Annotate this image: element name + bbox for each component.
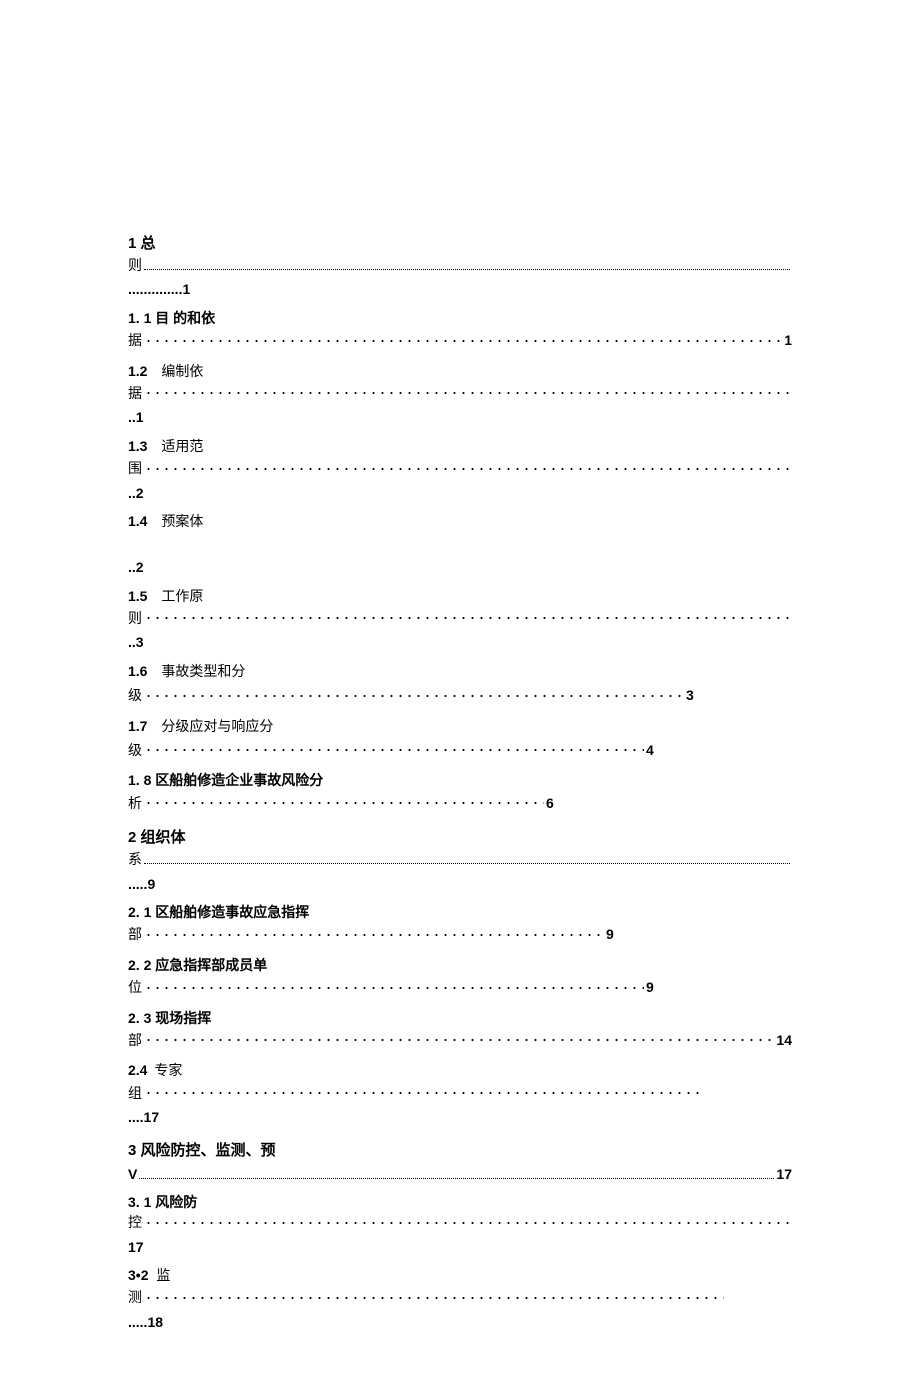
- section-2-heading: 2 组织体: [128, 826, 792, 850]
- toc-item-2-3-label: 3 现场指挥: [144, 1010, 212, 1026]
- toc-item-1-1-label: 1 目 的和依: [144, 310, 216, 326]
- toc-item-2-2-label: 2 应急指挥部成员单: [144, 957, 268, 973]
- toc-item-3-1-label: 1 风险防: [144, 1194, 198, 1210]
- toc-item-1-2-num: 1.2: [128, 363, 147, 379]
- toc-item-1-8-label: 8 区船舶修造企业事故风险分: [144, 772, 324, 788]
- toc-item-2-1-num: 2.: [128, 904, 140, 920]
- toc-item-2-1-label: 1 区船舶修造事故应急指挥: [144, 904, 310, 920]
- section-2-heading-cont: 系: [128, 850, 142, 872]
- toc-item-1-7-num: 1.7: [128, 718, 147, 734]
- toc-item-3-2-label: 监: [156, 1269, 170, 1284]
- toc-item-1-6-label: 事故类型和分: [161, 665, 245, 680]
- toc-item-1-4-label: 预案体: [161, 515, 203, 530]
- toc-item-2-3-page: 14: [776, 1029, 792, 1051]
- toc-item-3-2-cont: 测: [128, 1288, 142, 1310]
- toc-item-1-8-num: 1.: [128, 772, 140, 788]
- toc-item-2-1-cont: 部: [128, 925, 142, 947]
- leader-dots: [144, 331, 782, 345]
- toc-item-2-1-page: 9: [606, 923, 614, 945]
- leader-dots: [144, 1288, 724, 1302]
- leader-dots: [144, 1213, 790, 1227]
- leader-dots: [144, 686, 684, 700]
- toc-item-1-2-label: 编制依: [161, 365, 203, 380]
- toc-item-2-4-page: ....17: [128, 1106, 792, 1128]
- section-1-heading-page: ..............1: [128, 278, 792, 300]
- section-1-heading: 1 总: [128, 232, 792, 256]
- toc-item-2-3-num: 2.: [128, 1010, 140, 1026]
- toc-item-3-2-num: 3•2: [128, 1267, 148, 1283]
- toc-item-2-2-num: 2.: [128, 957, 140, 973]
- leader-dots: [144, 1084, 704, 1098]
- toc-item-1-5-cont: 则: [128, 609, 142, 631]
- toc-item-2-4-num: 2.4: [128, 1062, 147, 1078]
- toc-item-1-5-page: ..3: [128, 631, 792, 653]
- toc-item-1-2-cont: 据: [128, 384, 142, 406]
- leader-dots: [144, 261, 790, 270]
- toc-page: 1 总 则 ..............1 1. 1 目 的和依 据 1 1.2…: [0, 0, 920, 1399]
- toc-item-3-1-page: 17: [128, 1236, 792, 1258]
- toc-item-1-3-label: 适用范: [161, 440, 203, 455]
- toc-item-1-6-page: 3: [686, 684, 694, 706]
- section-3-heading-page: 17: [776, 1163, 792, 1185]
- toc-item-1-5-label: 工作原: [161, 590, 203, 605]
- section-1-heading-cont: 则: [128, 256, 142, 278]
- leader-dots: [144, 978, 644, 992]
- toc-item-1-7-cont: 级: [128, 741, 142, 763]
- leader-dots: [139, 1169, 774, 1178]
- toc-item-1-6-num: 1.6: [128, 663, 147, 679]
- toc-item-1-7-label: 分级应对与响应分: [161, 720, 273, 735]
- toc-item-2-4-label: 专家: [154, 1064, 182, 1079]
- leader-dots: [144, 384, 790, 398]
- toc-item-1-8-page: 6: [546, 792, 554, 814]
- toc-item-3-1-cont: 控: [128, 1213, 142, 1235]
- toc-item-1-3-cont: 围: [128, 459, 142, 481]
- section-3-heading-cont-prefix: V: [128, 1163, 137, 1185]
- toc-item-1-5-num: 1.5: [128, 588, 147, 604]
- section-2-heading-page: .....9: [128, 873, 792, 895]
- toc-item-3-1-num: 3.: [128, 1194, 140, 1210]
- leader-dots: [144, 1031, 774, 1045]
- leader-dots: [144, 459, 790, 473]
- toc-item-2-2-page: 9: [646, 976, 654, 998]
- leader-dots: [144, 855, 790, 864]
- leader-dots: [144, 794, 544, 808]
- toc-item-2-4-cont: 组: [128, 1084, 142, 1106]
- section-3-heading: 3 风险防控、监测、预: [128, 1139, 792, 1163]
- toc-item-3-2-page: .....18: [128, 1311, 792, 1333]
- toc-item-1-8-cont: 析: [128, 794, 142, 816]
- toc-item-1-1-num: 1.: [128, 310, 140, 326]
- leader-dots: [144, 925, 604, 939]
- toc-item-2-3-cont: 部: [128, 1031, 142, 1053]
- toc-item-1-6-cont: 级: [128, 686, 142, 708]
- leader-dots: [144, 741, 644, 755]
- toc-item-1-1-page: 1: [784, 329, 792, 351]
- toc-item-1-4-page: ..2: [128, 556, 792, 578]
- leader-dots: [144, 609, 790, 623]
- toc-item-1-1-cont: 据: [128, 331, 142, 353]
- toc-item-2-2-cont: 位: [128, 978, 142, 1000]
- toc-item-1-4-num: 1.4: [128, 513, 147, 529]
- toc-item-1-2-page: ..1: [128, 406, 792, 428]
- toc-item-1-7-page: 4: [646, 739, 654, 761]
- toc-item-1-3-num: 1.3: [128, 438, 147, 454]
- toc-item-1-3-page: ..2: [128, 482, 792, 504]
